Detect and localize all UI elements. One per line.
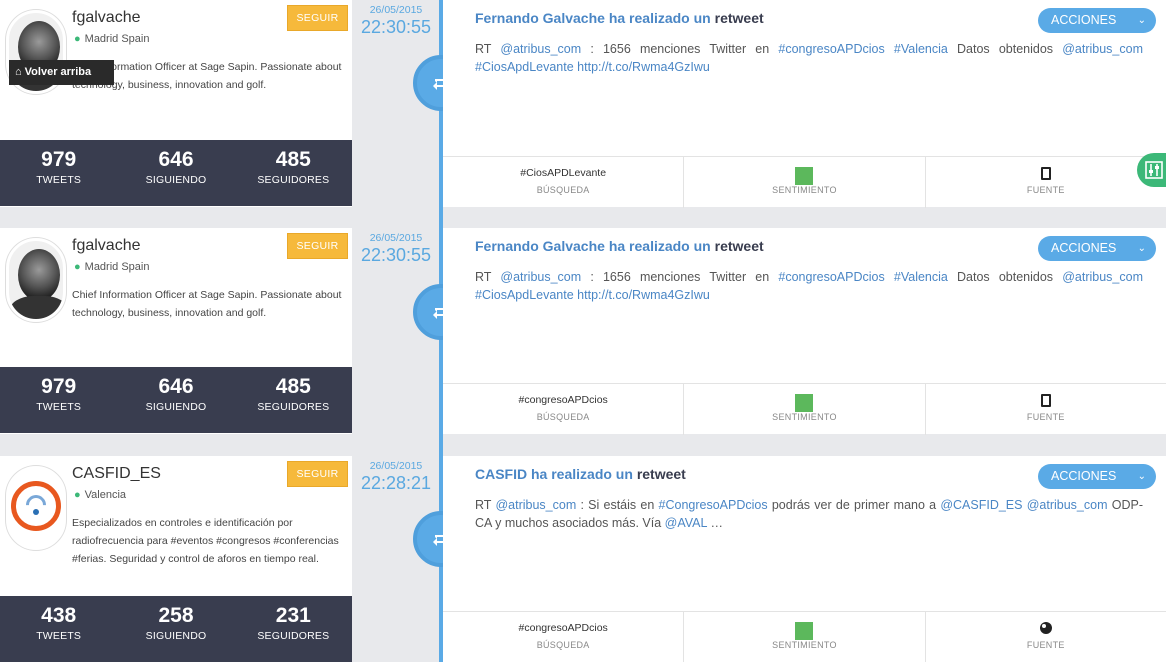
user-stats: 979 TWEETS 646 SIGUIENDO 485 SEGUIDORES: [0, 140, 352, 206]
username[interactable]: fgalvache: [72, 9, 141, 27]
tweet-datetime: 26/05/2015 22:30:55: [360, 4, 432, 37]
tweet-row: fgalvache ● Madrid Spain Chief Informatio…: [0, 228, 1166, 435]
tweet-link[interactable]: #Valencia: [894, 42, 948, 56]
user-profile-card: fgalvache ● Madrid Spain Chief Informatio…: [0, 0, 352, 207]
user-location: ● Valencia: [74, 489, 127, 501]
sentiment-indicator: [795, 167, 814, 185]
tweet-link[interactable]: #CongresoAPDcios: [659, 498, 768, 512]
stat-following[interactable]: 646 SIGUIENDO: [117, 140, 234, 206]
location-pin-icon: ●: [74, 33, 81, 45]
user-stats: 979 TWEETS 646 SIGUIENDO 485 SEGUIDORES: [0, 367, 352, 433]
tweet-title: Fernando Galvache ha realizado un retwee…: [475, 10, 764, 26]
user-profile-card: fgalvache ● Madrid Spain Chief Informatio…: [0, 228, 352, 434]
stat-following[interactable]: 258 SIGUIENDO: [117, 596, 234, 662]
tweet-title: Fernando Galvache ha realizado un retwee…: [475, 238, 764, 254]
tweet-link[interactable]: #CiosApdLevante: [475, 288, 574, 302]
tweet-link[interactable]: @atribus_com: [1062, 270, 1143, 284]
meta-search: #congresoAPDcios BÚSQUEDA: [443, 612, 685, 662]
stat-tweets[interactable]: 979 TWEETS: [0, 367, 117, 433]
stat-tweets[interactable]: 979 TWEETS: [0, 140, 117, 206]
back-to-top-button[interactable]: ⌂ Volver arriba: [9, 60, 114, 85]
tweet-card: Fernando Galvache ha realizado un retwee…: [443, 0, 1166, 208]
user-stats: 438 TWEETS 258 SIGUIENDO 231 SEGUIDORES: [0, 596, 352, 662]
user-location: ● Madrid Spain: [74, 33, 150, 45]
user-profile-card: CASFID_ES ● Valencia Especializados en co…: [0, 456, 352, 662]
meta-search: #CiosAPDLevante BÚSQUEDA: [443, 157, 685, 208]
tweet-text: RT @atribus_com : 1656 menciones Twitter…: [475, 42, 1143, 74]
avatar[interactable]: [6, 238, 66, 322]
meta-sentiment: SENTIMIENTO: [684, 157, 926, 208]
actions-dropdown-button[interactable]: ACCIONES ⌄: [1038, 8, 1156, 33]
follow-button[interactable]: SEGUIR: [287, 5, 348, 31]
tweet-row: fgalvache ● Madrid Spain Chief Informatio…: [0, 0, 1166, 208]
tweet-link[interactable]: #CiosApdLevante: [475, 60, 574, 74]
tweet-title: CASFID ha realizado un retweet: [475, 466, 686, 482]
meta-sentiment: SENTIMIENTO: [684, 384, 926, 435]
meta-search: #congresoAPDcios BÚSQUEDA: [443, 384, 685, 435]
tweet-link[interactable]: #Valencia: [894, 270, 948, 284]
chevron-down-icon: ⌄: [1137, 243, 1146, 254]
tweet-link[interactable]: http://t.co/Rwma4GzIwu: [577, 60, 710, 74]
meta-sentiment: SENTIMIENTO: [684, 612, 926, 662]
tweet-link[interactable]: @atribus_com: [500, 42, 581, 56]
mobile-phone-icon: [1040, 167, 1051, 180]
filters-side-button[interactable]: [1137, 153, 1166, 187]
mobile-phone-icon: [1040, 394, 1051, 407]
actions-dropdown-button[interactable]: ACCIONES ⌄: [1038, 236, 1156, 261]
tweet-link[interactable]: @AVAL: [665, 516, 707, 530]
tweet-link[interactable]: @CASFID_ES: [940, 498, 1022, 512]
sliders-icon: [1145, 161, 1163, 179]
tweet-row: CASFID_ES ● Valencia Especializados en co…: [0, 456, 1166, 662]
tweet-link[interactable]: @atribus_com: [495, 498, 576, 512]
stat-followers[interactable]: 485 SEGUIDORES: [235, 367, 352, 433]
tweet-meta: #congresoAPDcios BÚSQUEDA SENTIMIENTO FUE…: [443, 611, 1166, 662]
follow-button[interactable]: SEGUIR: [287, 233, 348, 259]
tweet-link[interactable]: @atribus_com: [1062, 42, 1143, 56]
sentiment-indicator: [795, 394, 814, 412]
tweet-datetime: 26/05/2015 22:28:21: [360, 460, 432, 493]
tweet-meta: #CiosAPDLevante BÚSQUEDA SENTIMIENTO FUEN…: [443, 156, 1166, 208]
tweet-link[interactable]: @atribus_com: [500, 270, 581, 284]
tweet-text: RT @atribus_com : Si estáis en #Congreso…: [475, 498, 1143, 530]
tweet-card: CASFID ha realizado un retweet ACCIONES ⌄…: [443, 456, 1166, 662]
home-icon: ⌂: [15, 66, 22, 78]
stat-followers[interactable]: 231 SEGUIDORES: [235, 596, 352, 662]
tweet-datetime: 26/05/2015 22:30:55: [360, 232, 432, 265]
tweet-link[interactable]: #congresoAPDcios: [778, 270, 884, 284]
location-pin-icon: ●: [74, 261, 81, 273]
actions-dropdown-button[interactable]: ACCIONES ⌄: [1038, 464, 1156, 489]
tweet-link[interactable]: http://t.co/Rwma4GzIwu: [577, 288, 710, 302]
chevron-down-icon: ⌄: [1137, 15, 1146, 26]
user-bio: Especializados en controles e identifica…: [72, 517, 339, 565]
meta-source: FUENTE: [926, 157, 1166, 208]
tweet-meta: #congresoAPDcios BÚSQUEDA SENTIMIENTO FUE…: [443, 383, 1166, 435]
tweet-card: Fernando Galvache ha realizado un retwee…: [443, 228, 1166, 435]
meta-source: FUENTE: [926, 384, 1166, 435]
username[interactable]: CASFID_ES: [72, 465, 161, 483]
user-location: ● Madrid Spain: [74, 261, 150, 273]
stat-tweets[interactable]: 438 TWEETS: [0, 596, 117, 662]
tweet-link[interactable]: @atribus_com: [1027, 498, 1108, 512]
username[interactable]: fgalvache: [72, 237, 141, 255]
web-globe-icon: [1039, 622, 1052, 634]
tweet-text: RT @atribus_com : 1656 menciones Twitter…: [475, 270, 1143, 302]
meta-source: FUENTE: [926, 612, 1166, 662]
follow-button[interactable]: SEGUIR: [287, 461, 348, 487]
stat-followers[interactable]: 485 SEGUIDORES: [235, 140, 352, 206]
location-pin-icon: ●: [74, 489, 81, 501]
user-bio: Chief Information Officer at Sage Sapin.…: [72, 289, 342, 319]
stat-following[interactable]: 646 SIGUIENDO: [117, 367, 234, 433]
avatar[interactable]: [6, 466, 66, 550]
tweet-link[interactable]: #congresoAPDcios: [778, 42, 884, 56]
chevron-down-icon: ⌄: [1137, 471, 1146, 482]
sentiment-indicator: [795, 622, 814, 640]
